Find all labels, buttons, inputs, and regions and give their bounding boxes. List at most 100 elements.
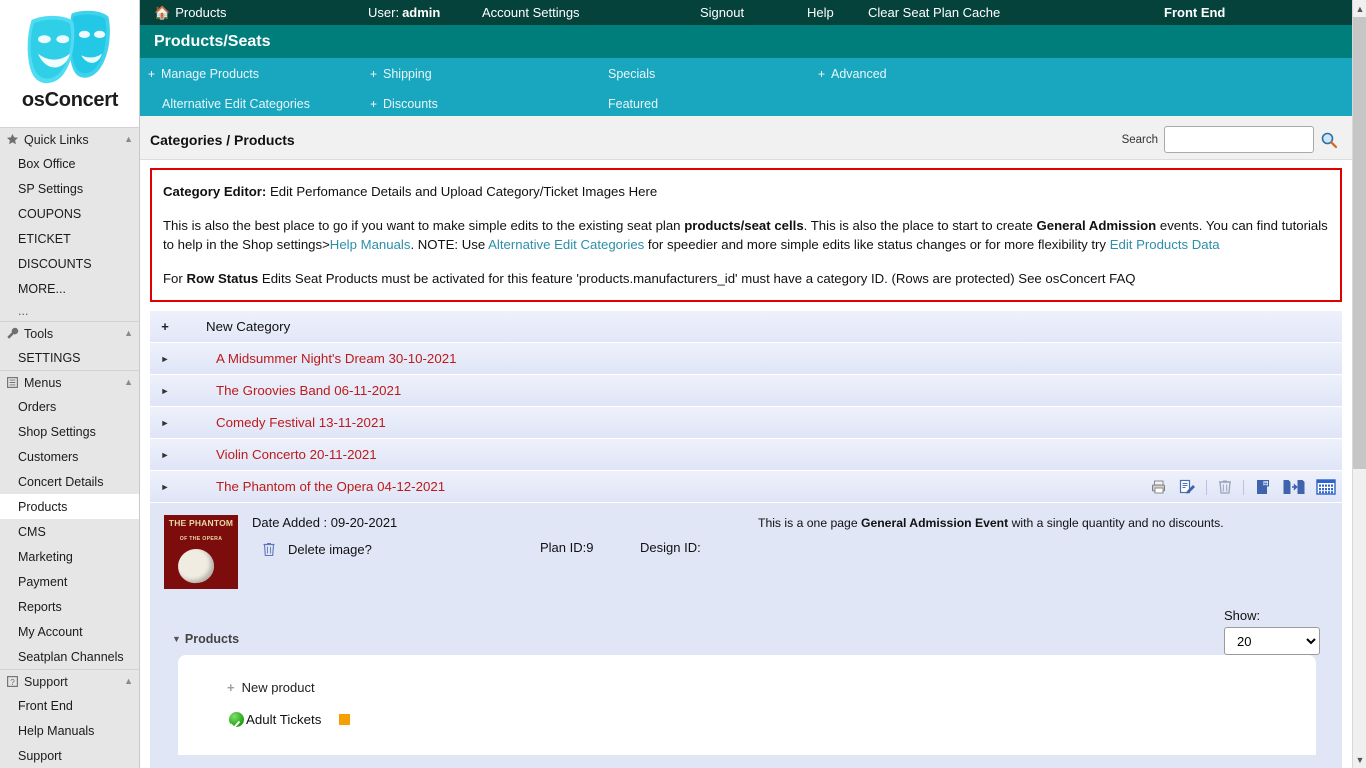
new-product-button[interactable]: + New product: [227, 680, 315, 695]
sidebar-item-marketing[interactable]: Marketing: [0, 544, 139, 569]
menu-discounts[interactable]: + Discounts: [370, 94, 438, 114]
brand-logo[interactable]: osConcert: [0, 0, 140, 127]
sidebar-item-customers[interactable]: Customers: [0, 444, 139, 469]
category-row-expanded[interactable]: ► The Phantom of the Opera 04-12-2021: [150, 471, 1342, 503]
plus-icon: +: [370, 67, 377, 81]
category-editor-info-box: Category Editor: Edit Perfomance Details…: [150, 168, 1342, 302]
topnav-account-settings[interactable]: Account Settings: [482, 0, 580, 25]
sidebar-item-seatplan-channels[interactable]: Seatplan Channels: [0, 644, 139, 669]
edit-icon[interactable]: [1178, 478, 1196, 496]
chevron-up-icon: ▲: [124, 677, 133, 686]
expand-arrow-icon[interactable]: ►: [150, 482, 180, 492]
scrollbar-thumb[interactable]: [1353, 17, 1366, 469]
sidebar-group-support[interactable]: ? Support ▲: [0, 669, 139, 693]
topnav-products[interactable]: 🏠 Products: [154, 0, 227, 25]
menu-specials[interactable]: Specials: [608, 64, 655, 84]
list-icon: [6, 376, 19, 389]
move-icon[interactable]: [1282, 478, 1306, 496]
menu-shipping[interactable]: + Shipping: [370, 64, 432, 84]
sidebar-item-support[interactable]: Support: [0, 743, 139, 768]
sidebar-item-box-office[interactable]: Box Office: [0, 151, 139, 176]
alternative-edit-categories-link[interactable]: Alternative Edit Categories: [488, 237, 644, 252]
product-flag-icon[interactable]: [339, 714, 350, 725]
sidebar-item-payment[interactable]: Payment: [0, 569, 139, 594]
menu-advanced[interactable]: + Advanced: [818, 64, 887, 84]
question-icon: ?: [6, 675, 19, 688]
sidebar-item-shop-settings[interactable]: Shop Settings: [0, 419, 139, 444]
show-count-control: Show: 20: [1224, 608, 1320, 655]
expand-arrow-icon[interactable]: ►: [150, 354, 180, 364]
menu-label: Manage Products: [161, 67, 259, 81]
sidebar-item-cms[interactable]: CMS: [0, 519, 139, 544]
menu-alternative-edit-categories[interactable]: Alternative Edit Categories: [162, 94, 310, 114]
show-count-select[interactable]: 20: [1224, 627, 1320, 655]
expand-arrow-icon[interactable]: ►: [150, 418, 180, 428]
category-row[interactable]: ► The Groovies Band 06-11-2021: [150, 375, 1342, 407]
sidebar-item-coupons[interactable]: COUPONS: [0, 201, 139, 226]
search-input[interactable]: [1164, 126, 1314, 153]
page-scrollbar[interactable]: ▲ ▼: [1352, 0, 1366, 768]
sidebar-item-my-account[interactable]: My Account: [0, 619, 139, 644]
category-row[interactable]: ► Comedy Festival 13-11-2021: [150, 407, 1342, 439]
sidebar-item-ellipsis[interactable]: ...: [0, 301, 139, 321]
category-label[interactable]: Comedy Festival 13-11-2021: [180, 415, 386, 430]
green-check-icon[interactable]: [229, 712, 244, 727]
star-icon: [6, 133, 19, 146]
copy-icon[interactable]: [1254, 478, 1272, 496]
delete-icon[interactable]: [1217, 478, 1233, 496]
sidebar-item-front-end[interactable]: Front End: [0, 693, 139, 718]
sidebar-item-settings[interactable]: SETTINGS: [0, 345, 139, 370]
product-list-item[interactable]: Adult Tickets: [229, 712, 350, 727]
seatplan-icon[interactable]: [1316, 478, 1336, 496]
search-button[interactable]: [1320, 131, 1338, 149]
products-section-header[interactable]: ▼ Products: [172, 632, 239, 646]
delete-image-label: Delete image?: [288, 542, 372, 557]
topnav-help[interactable]: Help: [807, 0, 834, 25]
sidebar-item-concert-details[interactable]: Concert Details: [0, 469, 139, 494]
expand-arrow-icon[interactable]: ►: [150, 386, 180, 396]
wrench-icon: [6, 327, 19, 340]
menu-featured[interactable]: Featured: [608, 94, 658, 114]
info-line-3: For Row Status Edits Seat Products must …: [163, 269, 1329, 289]
category-image[interactable]: THE PHANTOM OF THE OPERA: [164, 515, 238, 589]
plus-icon: +: [150, 319, 180, 334]
sidebar-group-quick-links[interactable]: Quick Links ▲: [0, 127, 139, 151]
help-manuals-link[interactable]: Help Manuals: [330, 237, 411, 252]
sidebar-item-more[interactable]: MORE...: [0, 276, 139, 301]
sidebar-group-menus[interactable]: Menus ▲: [0, 370, 139, 394]
topnav-clear-seat-plan-cache[interactable]: Clear Seat Plan Cache: [868, 0, 1000, 25]
delete-image-row[interactable]: Delete image?: [252, 541, 397, 557]
topnav-front-end[interactable]: Front End: [1164, 0, 1225, 25]
product-name[interactable]: Adult Tickets: [246, 712, 321, 727]
category-label[interactable]: A Midsummer Night's Dream 30-10-2021: [180, 351, 457, 366]
search-label: Search: [1122, 134, 1158, 146]
main-content: Categories / Products Search Category Ed…: [140, 116, 1352, 768]
scroll-down-icon[interactable]: ▼: [1353, 751, 1366, 768]
category-label[interactable]: The Phantom of the Opera 04-12-2021: [180, 479, 445, 494]
sidebar-item-help-manuals[interactable]: Help Manuals: [0, 718, 139, 743]
info-p3a: For: [163, 271, 186, 286]
expand-arrow-icon[interactable]: ►: [150, 450, 180, 460]
chevron-up-icon: ▲: [124, 329, 133, 338]
sidebar-item-discounts[interactable]: DISCOUNTS: [0, 251, 139, 276]
menu-label: Advanced: [831, 67, 887, 81]
sidebar-item-products[interactable]: Products: [0, 494, 139, 519]
category-label[interactable]: The Groovies Band 06-11-2021: [180, 383, 401, 398]
trash-icon[interactable]: [262, 541, 276, 557]
print-icon[interactable]: [1150, 478, 1168, 496]
sidebar-item-orders[interactable]: Orders: [0, 394, 139, 419]
menu-manage-products[interactable]: + Manage Products: [148, 64, 259, 84]
plan-id: Plan ID:9: [540, 540, 593, 555]
category-row[interactable]: ► Violin Concerto 20-11-2021: [150, 439, 1342, 471]
category-row[interactable]: ► A Midsummer Night's Dream 30-10-2021: [150, 343, 1342, 375]
category-label[interactable]: Violin Concerto 20-11-2021: [180, 447, 377, 462]
topnav-signout[interactable]: Signout: [700, 0, 744, 25]
sidebar-group-tools[interactable]: Tools ▲: [0, 321, 139, 345]
sidebar-item-sp-settings[interactable]: SP Settings: [0, 176, 139, 201]
info-title-rest: Edit Perfomance Details and Upload Categ…: [266, 184, 657, 199]
new-category-row[interactable]: + New Category: [150, 311, 1342, 343]
scroll-up-icon[interactable]: ▲: [1353, 0, 1366, 17]
sidebar-item-eticket[interactable]: ETICKET: [0, 226, 139, 251]
sidebar-item-reports[interactable]: Reports: [0, 594, 139, 619]
edit-products-data-link[interactable]: Edit Products Data: [1110, 237, 1220, 252]
